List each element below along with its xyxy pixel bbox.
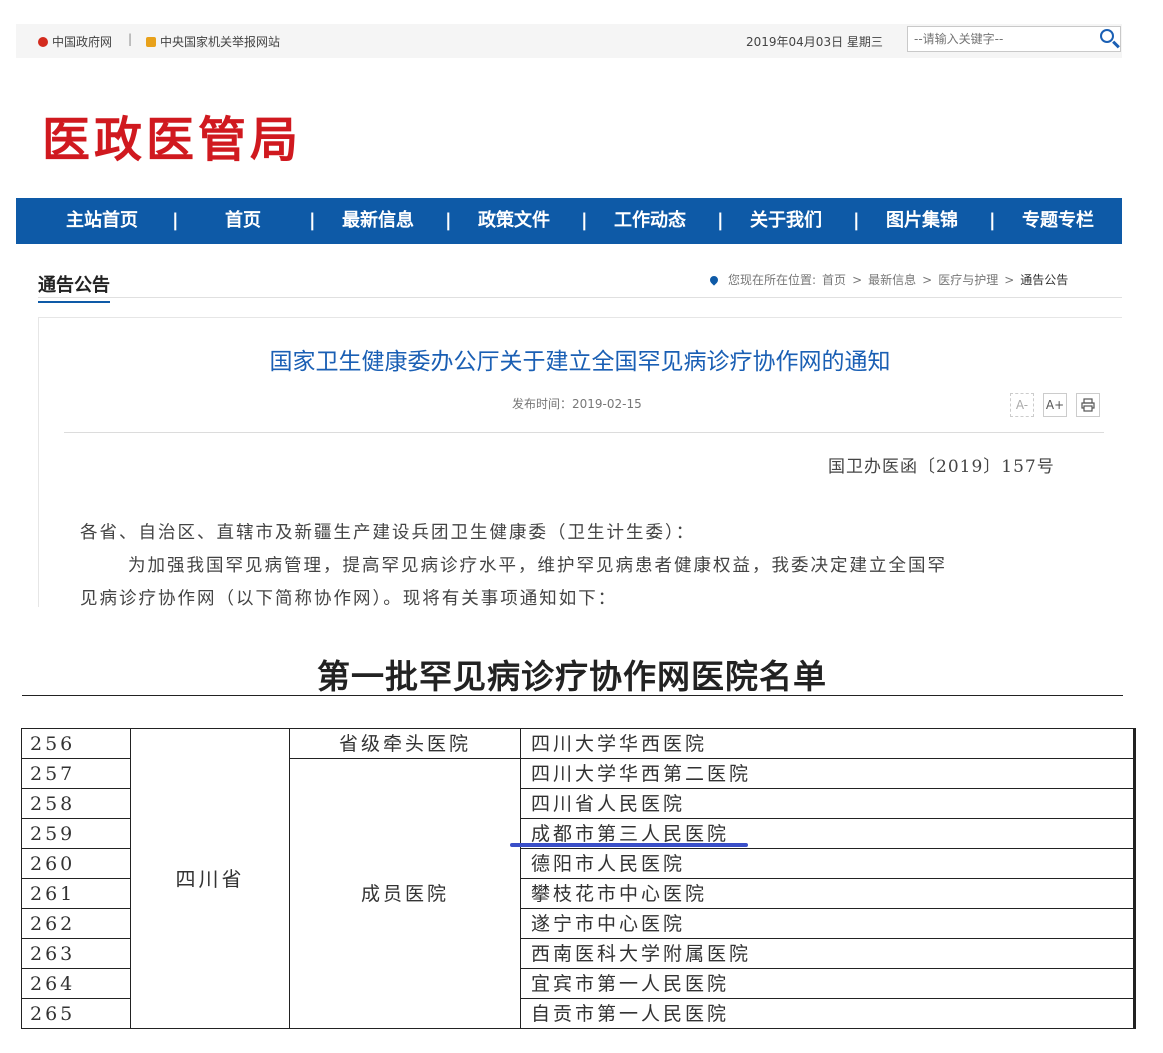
nav-home[interactable]: 首页 — [225, 198, 261, 244]
nav-about-us[interactable]: 关于我们 — [750, 198, 822, 244]
nav-separator: | — [581, 210, 588, 231]
nav-separator: | — [309, 210, 316, 231]
site-logo[interactable]: 医政医管局 — [42, 100, 302, 170]
breadcrumb-sep: > — [922, 272, 933, 287]
row-number: 258 — [21, 788, 131, 819]
article-rule — [64, 432, 1104, 433]
article-paragraph: 各省、自治区、直辖市及新疆生产建设兵团卫生健康委（卫生计生委）： — [80, 523, 696, 543]
list-title-rule — [22, 695, 1123, 696]
hospital-name: 遂宁市中心医院 — [520, 908, 1136, 939]
list-title: 第一批罕见病诊疗协作网医院名单 — [317, 657, 827, 696]
row-number: 265 — [21, 998, 131, 1029]
national-emblem-icon — [38, 36, 48, 47]
search-box — [907, 26, 1121, 52]
breadcrumb-sep: > — [852, 272, 863, 287]
search-icon[interactable] — [1100, 29, 1114, 43]
row-number: 256 — [21, 728, 131, 759]
province-cell: 四川省 — [130, 728, 290, 1029]
gov-portal-link[interactable]: 中国政府网 — [38, 33, 112, 50]
hospital-name: 四川大学华西医院 — [520, 728, 1136, 759]
section-title: 通告公告 — [38, 271, 110, 303]
report-site-label: 中央国家机关举报网站 — [160, 35, 281, 49]
font-larger-icon[interactable]: A+ — [1043, 393, 1067, 417]
row-number: 264 — [21, 968, 131, 999]
top-separator: | — [128, 32, 133, 46]
nav-work-news[interactable]: 工作动态 — [614, 198, 686, 244]
nav-photo-gallery[interactable]: 图片集锦 — [886, 198, 958, 244]
nav-separator: | — [717, 210, 724, 231]
nav-latest-info[interactable]: 最新信息 — [342, 198, 414, 244]
section-divider — [38, 297, 1122, 298]
row-number: 263 — [21, 938, 131, 969]
row-number: 262 — [21, 908, 131, 939]
nav-separator: | — [172, 210, 179, 231]
hospital-name: 自贡市第一人民医院 — [520, 998, 1136, 1029]
role-cell: 省级牵头医院 — [289, 728, 521, 759]
publish-date: 发布时间：2019-02-15 — [512, 397, 642, 411]
breadcrumb-latest[interactable]: 最新信息 — [868, 271, 916, 288]
report-site-link[interactable]: 中央国家机关举报网站 — [146, 33, 280, 50]
current-date: 2019年04月03日 星期三 — [746, 35, 883, 49]
row-number: 259 — [21, 818, 131, 849]
hospital-name: 德阳市人民医院 — [520, 848, 1136, 879]
breadcrumb-prefix: 您现在所在位置: — [728, 273, 817, 287]
document-number: 国卫办医函〔2019〕157号 — [828, 457, 1055, 477]
row-number: 257 — [21, 758, 131, 789]
nav-separator: | — [989, 210, 996, 231]
breadcrumb-medical[interactable]: 医疗与护理 — [938, 271, 998, 288]
hospital-name: 四川省人民医院 — [520, 788, 1136, 819]
highlight-underline — [510, 843, 748, 847]
nav-main-site-home[interactable]: 主站首页 — [66, 198, 138, 244]
nav-separator: | — [445, 210, 452, 231]
hospital-name: 宜宾市第一人民医院 — [520, 968, 1136, 999]
breadcrumb-home[interactable]: 首页 — [822, 271, 846, 288]
hospital-name: 四川大学华西第二医院 — [520, 758, 1136, 789]
breadcrumb: 您现在所在位置: 首页 > 最新信息 > 医疗与护理 > 通告公告 — [708, 271, 1068, 288]
row-number: 260 — [21, 848, 131, 879]
nav-special-topics[interactable]: 专题专栏 — [1022, 198, 1094, 244]
hospital-table: 256 四川省 省级牵头医院 四川大学华西医院 257 成员医院 四川大学华西第… — [21, 728, 1136, 1029]
breadcrumb-sep: > — [1004, 272, 1015, 287]
nav-policy-docs[interactable]: 政策文件 — [478, 198, 550, 244]
hospital-name: 攀枝花市中心医院 — [520, 878, 1136, 909]
table-row: 256 四川省 省级牵头医院 四川大学华西医院 — [21, 728, 1136, 1029]
article-paragraph: 见病诊疗协作网（以下简称协作网）。现将有关事项通知如下： — [80, 589, 618, 609]
print-icon[interactable] — [1076, 393, 1100, 417]
article-paragraph: 为加强我国罕见病管理，提高罕见病诊疗水平，维护罕见病患者健康权益，我委决定建立全… — [128, 556, 947, 576]
party-emblem-icon — [146, 36, 156, 47]
location-pin-icon — [708, 273, 720, 286]
hospital-name: 西南医科大学附属医院 — [520, 938, 1136, 969]
nav-separator: | — [853, 210, 860, 231]
article-title: 国家卫生健康委办公厅关于建立全国罕见病诊疗协作网的通知 — [269, 349, 891, 375]
role-cell: 成员医院 — [289, 758, 521, 1029]
font-smaller-icon[interactable]: A- — [1010, 393, 1034, 417]
search-input[interactable] — [908, 27, 1100, 51]
gov-portal-label: 中国政府网 — [52, 35, 113, 49]
breadcrumb-notices[interactable]: 通告公告 — [1020, 271, 1068, 288]
row-number: 261 — [21, 878, 131, 909]
